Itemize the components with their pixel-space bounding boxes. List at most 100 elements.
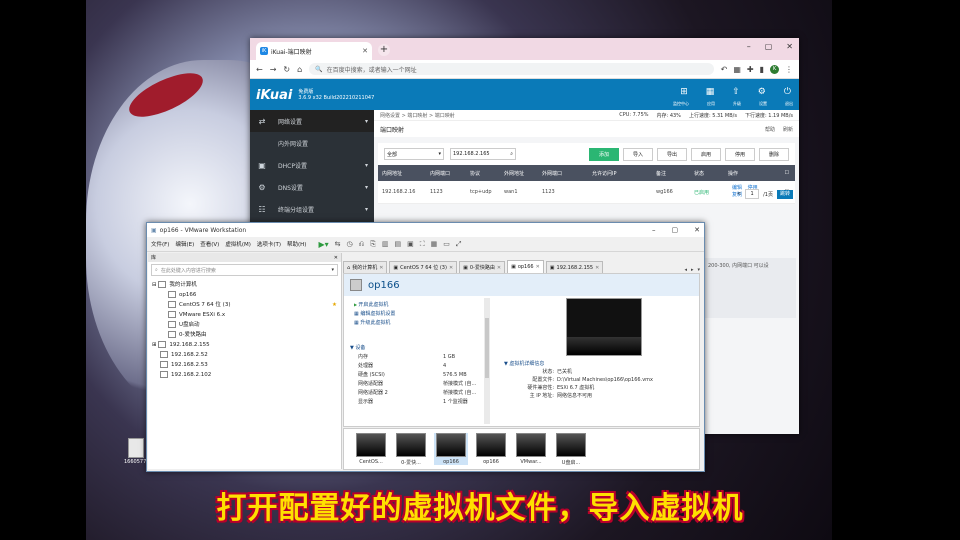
device-row[interactable]: 处理器 4 [350, 362, 485, 371]
help-link[interactable]: 帮助 [765, 126, 775, 133]
power-on-icon[interactable]: ▶▾ [318, 240, 328, 249]
sidebar-item-network[interactable]: ⇄ 网络设置 ▾ [250, 110, 374, 132]
close-icon[interactable]: ✕ [334, 255, 338, 261]
close-window-icon[interactable]: ✕ [786, 42, 793, 51]
device-row[interactable]: 硬盘 (SCSI) 576.5 MB [350, 371, 485, 380]
desktop-file-icon[interactable]: 16605776... [124, 438, 154, 468]
tab-host-155[interactable]: ▣ 192.168.2.155 ✕ [545, 261, 604, 273]
menu-vm[interactable]: 虚拟机(M) [225, 240, 251, 248]
menu-tabs[interactable]: 选项卡(T) [257, 240, 281, 248]
col-header[interactable]: 内网端口 [426, 170, 466, 177]
filter-select[interactable]: 全部 ▾ [384, 148, 444, 160]
reload-icon[interactable]: ↻ [283, 65, 290, 74]
tree-item-vm[interactable]: VMware ESXi 6.x [152, 310, 337, 320]
fullscreen-icon[interactable]: ⛶ [420, 240, 425, 249]
tree-item-vm[interactable]: CentOS 7 64 位 (3) ★ [152, 300, 337, 310]
tree-item-host[interactable]: ⊞ 192.168.2.155 [152, 340, 337, 350]
tabs-view-icon[interactable]: ▣ [407, 240, 414, 249]
close-icon[interactable]: ✕ [362, 47, 368, 55]
disable-button[interactable]: 停用 [725, 147, 755, 161]
device-row[interactable]: 内存 1 GB [350, 353, 485, 362]
sidebar-item-lan-wan[interactable]: 内外网设置 [250, 132, 374, 154]
extension-icon[interactable]: ▦ [733, 65, 741, 74]
refresh-link[interactable]: 刷新 [783, 126, 793, 133]
tree-item-host[interactable]: 192.168.2.53 [152, 360, 337, 370]
tree-item-vm[interactable]: 0-爱快路由 [152, 330, 337, 340]
delete-button[interactable]: 删除 [759, 147, 789, 161]
tab-my-computer[interactable]: ⌂ 我的计算机 ✕ [343, 261, 388, 273]
home-icon[interactable]: ⌂ [297, 65, 302, 74]
search-icon[interactable]: ⌕ [510, 151, 513, 157]
monitor-icon[interactable]: ⊞ [680, 87, 688, 97]
menu-file[interactable]: 文件(F) [151, 240, 169, 248]
menu-view[interactable]: 查看(V) [200, 240, 219, 248]
devices-header[interactable]: ▼ 设备 [350, 344, 485, 353]
settings-icon[interactable]: ⚙ [758, 87, 766, 97]
tree-item-my-computer[interactable]: ⊟ 我的计算机 [152, 280, 337, 290]
tab-ikuai[interactable]: ▣ 0-爱快路由 ✕ [459, 261, 506, 273]
chevron-down-icon[interactable]: ▾ [331, 267, 334, 273]
search-input[interactable]: 192.168.2.165 ⌕ [450, 148, 516, 160]
tab-op166[interactable]: ▣ op166 ✕ [507, 260, 544, 273]
revert-snapshot-icon[interactable]: ⎌ [359, 240, 365, 249]
vm-thumbnail-selected[interactable]: op166 [434, 433, 468, 465]
edit-settings-link[interactable]: ▦ 编辑虚拟机设置 [354, 310, 395, 319]
thumbnail-icon[interactable]: ▤ [394, 240, 401, 249]
maximize-icon[interactable]: ▢ [765, 42, 773, 51]
new-tab-button[interactable]: + [378, 44, 390, 56]
forward-icon[interactable]: → [270, 65, 277, 74]
tree-item-host[interactable]: 192.168.2.52 [152, 350, 337, 360]
sidebar-item-dns[interactable]: ⚙ DNS设置 ▾ [250, 176, 374, 198]
device-row[interactable]: 网络适配器 2 桥接模式 (自... [350, 389, 485, 398]
send-keys-icon[interactable]: ⇆ [335, 240, 341, 249]
maximize-icon[interactable]: ▢ [672, 226, 679, 234]
col-header[interactable]: 协议 [466, 170, 500, 177]
bookmark-icon[interactable]: ▮ [760, 65, 764, 74]
apps-icon[interactable]: ▦ [706, 87, 715, 97]
stretch-icon[interactable]: ⤢ [456, 240, 462, 249]
console-icon[interactable]: ▭ [443, 240, 450, 249]
snapshot-icon[interactable]: ◷ [347, 240, 353, 249]
page-input[interactable]: 1 [745, 189, 760, 199]
upgrade-icon[interactable]: ⇧ [732, 87, 740, 97]
undo-icon[interactable]: ↶ [721, 65, 728, 74]
menu-help[interactable]: 帮助(H) [287, 240, 306, 248]
vm-thumbnail[interactable]: 0-爱快... [394, 433, 428, 466]
table-row[interactable]: 192.168.2.16 1123 tcp+udp wan1 1123 wg16… [378, 181, 795, 204]
add-button[interactable]: 添加 [589, 147, 619, 161]
power-on-link[interactable]: 开启此虚拟机 [354, 300, 395, 310]
library-toggle-icon[interactable]: ▥ [382, 240, 389, 249]
sidebar-item-dhcp[interactable]: ▣ DHCP设置 ▾ [250, 154, 374, 176]
logout-icon[interactable]: ⏻ [784, 87, 791, 97]
back-icon[interactable]: ← [256, 65, 263, 74]
url-input[interactable]: 🔍 在百度中搜索，或者输入一个网址 [309, 63, 714, 75]
col-header[interactable]: 外网地址 [500, 170, 538, 177]
tree-item-vm[interactable]: op166 [152, 290, 337, 300]
enable-button[interactable]: 启用 [691, 147, 721, 161]
device-row[interactable]: 显示器 1 个监视器 [350, 398, 485, 407]
menu-icon[interactable]: ⋮ [785, 65, 793, 74]
sidebar-item-group[interactable]: ☷ 终端分组设置 ▾ [250, 198, 374, 220]
browser-tab[interactable]: iK iKuai-端口映射 ✕ [256, 42, 372, 60]
minimize-icon[interactable]: – [747, 42, 751, 51]
upgrade-vm-link[interactable]: ▦ 升级此虚拟机 [354, 319, 395, 328]
menu-edit[interactable]: 编辑(E) [175, 240, 194, 248]
library-search-input[interactable]: ⌕ 在此处键入内容进行搜索 ▾ [151, 264, 338, 276]
minimize-icon[interactable]: – [652, 226, 656, 234]
vm-thumbnail[interactable]: VMwar... [514, 433, 548, 465]
scrollbar[interactable] [484, 298, 490, 424]
col-header[interactable]: 内网地址 [378, 170, 426, 177]
vm-thumbnail[interactable]: op166 [474, 433, 508, 465]
tab-centos[interactable]: ▣ CentOS 7 64 位 (3) ✕ [389, 261, 458, 273]
col-header[interactable]: 外网端口 [538, 170, 588, 177]
import-button[interactable]: 导入 [623, 147, 653, 161]
vm-thumbnail[interactable]: CentOS... [354, 433, 388, 465]
export-button[interactable]: 导出 [657, 147, 687, 161]
close-window-icon[interactable]: ✕ [694, 226, 700, 234]
prev-page-button[interactable]: < [737, 191, 741, 197]
jump-button[interactable]: 跳转 [777, 189, 793, 199]
details-header[interactable]: ▼ 虚拟机详细信息 [504, 360, 734, 368]
snapshot-manager-icon[interactable]: ⎘ [370, 240, 376, 249]
unity-icon[interactable]: ▦ [431, 240, 438, 249]
puzzle-icon[interactable]: ✚ [747, 65, 754, 74]
